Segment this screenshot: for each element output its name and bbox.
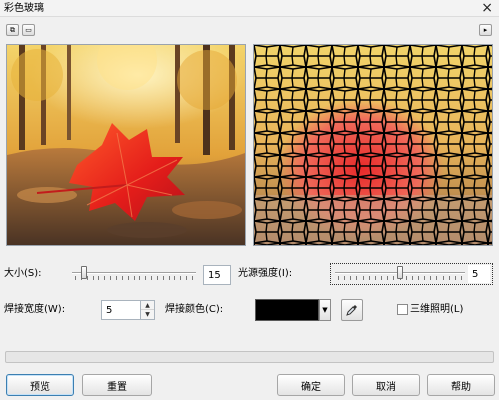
eyedropper-icon <box>346 305 357 316</box>
slider-tick <box>134 276 135 280</box>
ok-button-label: 确定 <box>301 381 321 393</box>
original-preview[interactable] <box>6 44 246 246</box>
slider-tick <box>174 276 175 280</box>
help-button-label: 帮助 <box>451 381 471 393</box>
ok-button[interactable]: 确定 <box>277 374 345 396</box>
single-preview-button[interactable]: ▭ <box>22 24 35 36</box>
weld-width-input[interactable]: 5 <box>101 300 141 320</box>
size-slider-ticks <box>72 276 196 280</box>
chevron-down-icon[interactable]: ▼ <box>319 299 331 321</box>
weld-width-spinner[interactable]: ▲ ▼ <box>141 300 155 320</box>
preview-button[interactable]: 预览 <box>6 374 74 396</box>
light-intensity-label: 光源强度(I): <box>238 268 293 279</box>
slider-tick <box>98 276 99 280</box>
slider-tick <box>169 276 170 280</box>
progress-bar <box>5 351 494 363</box>
size-slider-track <box>72 272 196 274</box>
preview-button-label: 预览 <box>30 381 50 393</box>
dual-preview-button[interactable]: ⧉ <box>6 24 19 36</box>
slider-tick <box>192 276 193 280</box>
close-icon[interactable]: × <box>481 0 493 16</box>
slider-tick <box>75 276 76 280</box>
autumn-leaf-image <box>7 45 245 245</box>
size-slider[interactable] <box>72 266 196 280</box>
slider-tick <box>151 276 152 280</box>
reset-button[interactable]: 重置 <box>82 374 152 396</box>
title-bar: 彩色玻璃 × <box>0 0 499 17</box>
dual-preview-icon: ⧉ <box>10 25 15 34</box>
single-preview-icon: ▭ <box>25 25 32 34</box>
slider-tick <box>139 276 140 280</box>
lighting-3d-checkbox[interactable] <box>397 304 408 315</box>
slider-tick <box>145 276 146 280</box>
spinner-up-icon[interactable]: ▲ <box>141 301 154 310</box>
result-preview[interactable] <box>253 44 493 246</box>
window-title: 彩色玻璃 <box>4 3 44 14</box>
light-intensity-input[interactable]: 5 <box>468 265 490 283</box>
slider-tick <box>122 276 123 280</box>
slider-tick <box>186 276 187 280</box>
spinner-down-icon[interactable]: ▼ <box>141 310 154 319</box>
cancel-button[interactable]: 取消 <box>352 374 420 396</box>
weld-color-label: 焊接颜色(C): <box>165 304 224 315</box>
weld-width-value: 5 <box>106 304 113 316</box>
lighting-3d-label[interactable]: 三维照明(L) <box>410 304 463 316</box>
expand-button[interactable]: ▸ <box>479 24 492 36</box>
slider-tick <box>157 276 158 280</box>
eyedropper-button[interactable] <box>341 299 363 321</box>
reset-button-label: 重置 <box>107 381 127 393</box>
arrow-right-icon: ▸ <box>483 25 488 34</box>
slider-tick <box>87 276 88 280</box>
stained-glass-image <box>254 45 492 245</box>
help-button[interactable]: 帮助 <box>427 374 495 396</box>
weld-color-swatch[interactable] <box>255 299 319 321</box>
slider-tick <box>128 276 129 280</box>
size-input[interactable]: 15 <box>203 265 231 285</box>
size-slider-thumb[interactable] <box>81 266 87 279</box>
light-value: 5 <box>472 268 479 280</box>
slider-tick <box>110 276 111 280</box>
slider-tick <box>116 276 117 280</box>
size-label: 大小(S): <box>4 268 42 279</box>
slider-tick <box>104 276 105 280</box>
weld-width-label: 焊接宽度(W): <box>4 304 66 315</box>
slider-tick <box>163 276 164 280</box>
slider-tick <box>180 276 181 280</box>
cancel-button-label: 取消 <box>376 381 396 393</box>
size-value: 15 <box>208 269 221 281</box>
slider-tick <box>93 276 94 280</box>
